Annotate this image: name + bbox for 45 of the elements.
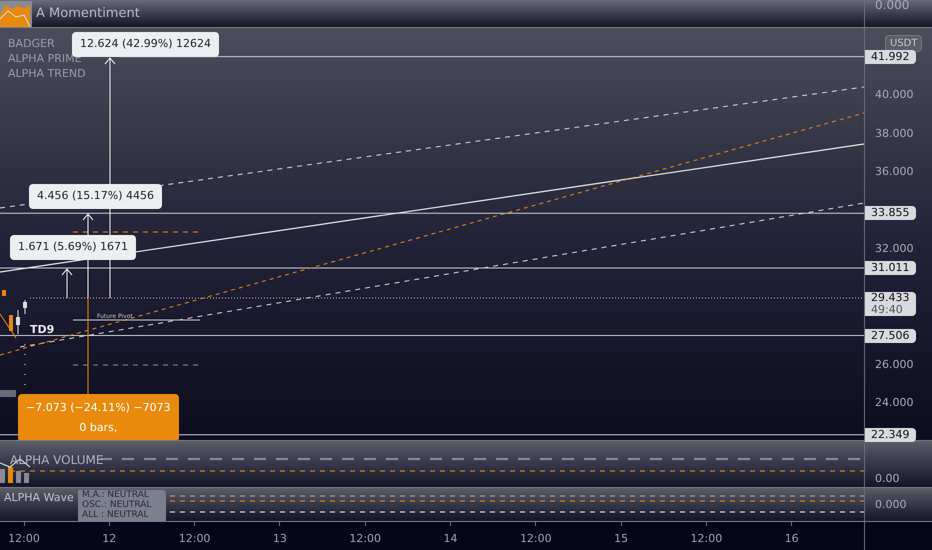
axis-label: 0.00 — [875, 471, 900, 487]
axis-label: 0.000 — [875, 497, 906, 513]
legend-text: ALPHA TREND — [8, 66, 86, 81]
callout-text: 4.456 (15.17%) 4456 — [37, 188, 154, 204]
td-label: TD9 — [30, 322, 54, 338]
measure-arrow — [62, 268, 72, 298]
time-tick: 14 — [444, 531, 458, 547]
candles — [2, 290, 27, 334]
price-label: 22.349 — [865, 428, 916, 442]
callout-subtext: 0 bars, — [78, 420, 118, 436]
current-price: 29.433 — [871, 292, 910, 304]
callout-text: 1.671 (5.69%) 1671 — [18, 239, 128, 255]
countdown: 49:40 — [871, 304, 904, 316]
indicator-title: ALPHA Wave — [4, 490, 74, 506]
marker-bar — [0, 390, 16, 397]
price-label: 41.992 — [865, 50, 916, 64]
status-text: ALL : NEUTRAL — [82, 510, 150, 520]
price-tick: 40.000 — [875, 88, 914, 102]
indicator-title: A Momentiment — [36, 4, 140, 23]
time-tick: 15 — [614, 531, 628, 547]
status-text: OSC.: NEUTRAL — [82, 500, 152, 510]
price-tick: 38.000 — [875, 126, 914, 140]
price-tick: 26.000 — [875, 358, 914, 372]
time-tick: 12 — [102, 531, 116, 547]
price-tick: 36.000 — [875, 165, 914, 179]
indicator-line — [0, 314, 16, 338]
time-tick: 12:00 — [349, 531, 382, 547]
price-label: 33.855 — [865, 206, 916, 220]
price-label: 27.506 — [865, 328, 916, 342]
time-tick: 12:00 — [178, 531, 210, 547]
callout-text: 12.624 (42.99%) 12624 — [80, 36, 212, 52]
momentum-thumbnail-icon — [0, 0, 32, 26]
price-label: 31.011 — [865, 261, 916, 276]
time-tick: 12:00 — [520, 531, 552, 547]
price-tick: 24.000 — [875, 396, 914, 410]
time-tick: 12:00 — [690, 531, 722, 547]
callout-text: −7.073 (−24.11%) −7073 — [26, 400, 171, 416]
status-text: M.A.: NEUTRAL — [82, 490, 150, 500]
price-tick: 32.000 — [875, 242, 914, 256]
time-tick: 16 — [784, 531, 799, 547]
currency-badge: USDT — [885, 35, 922, 52]
axis-label: 0.000 — [875, 0, 910, 14]
indicator-title: ALPHA VOLUME — [10, 452, 104, 469]
time-tick: 12:00 — [8, 531, 40, 547]
time-tick: 13 — [272, 531, 287, 547]
